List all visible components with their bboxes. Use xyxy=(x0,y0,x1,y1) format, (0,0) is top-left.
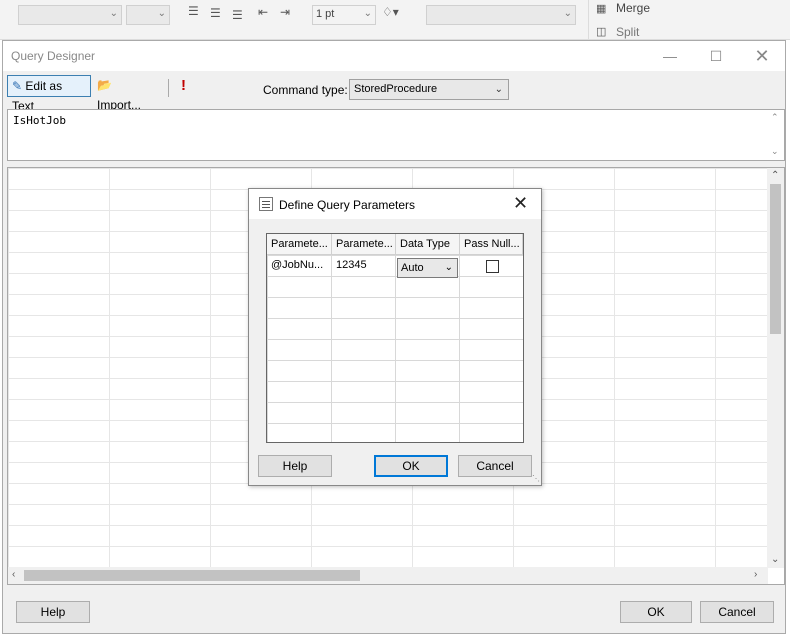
maximize-icon[interactable]: ☐ xyxy=(693,41,739,71)
column-header-parameter-value[interactable]: Paramete... xyxy=(332,234,396,255)
command-type-value: StoredProcedure xyxy=(354,83,438,95)
dialog-titlebar: Define Query Parameters ✕ xyxy=(249,189,541,219)
decrease-indent-icon[interactable]: ⇤ xyxy=(258,5,268,19)
chevron-down-icon: ⌄ xyxy=(157,8,166,19)
split-label[interactable]: Split xyxy=(616,25,639,39)
close-icon[interactable]: ✕ xyxy=(739,41,785,71)
line-weight-value: 1 pt xyxy=(316,8,335,20)
chevron-down-icon: ⌄ xyxy=(494,84,503,95)
scroll-right-icon[interactable]: › xyxy=(754,569,757,580)
merge-icon: ▦ xyxy=(596,3,607,15)
horizontal-scroll-thumb[interactable] xyxy=(24,570,360,581)
line-weight-combo[interactable]: 1 pt ⌄ xyxy=(312,5,376,25)
folder-icon: 📂 xyxy=(97,78,112,92)
align-middle-icon[interactable]: ☰ xyxy=(210,6,221,20)
edit-text-icon: ✎ xyxy=(12,79,23,93)
ok-button[interactable]: OK xyxy=(620,601,692,623)
scroll-down-icon[interactable]: ⌄ xyxy=(771,554,779,565)
dialog-ok-button[interactable]: OK xyxy=(374,455,448,477)
scroll-up-icon[interactable]: ⌃ xyxy=(771,112,779,123)
command-type-label: Command type: xyxy=(263,83,348,97)
edit-as-text-button[interactable]: ✎ Edit as Text xyxy=(7,75,91,113)
horizontal-scrollbar[interactable]: ‹ › xyxy=(8,567,768,584)
column-header-pass-null[interactable]: Pass Null... xyxy=(460,234,523,255)
parameter-name-cell[interactable]: @JobNu... xyxy=(267,255,332,276)
vertical-scroll-thumb[interactable] xyxy=(770,184,781,334)
fill-color-icon[interactable]: ♢▾ xyxy=(382,5,399,19)
align-bottom-icon[interactable]: ☰ xyxy=(232,8,243,22)
parameters-icon xyxy=(259,197,273,211)
data-type-select[interactable]: Auto ⌄ xyxy=(397,258,458,278)
dialog-help-button[interactable]: Help xyxy=(258,455,332,477)
column-header-data-type[interactable]: Data Type xyxy=(396,234,460,255)
command-type-select[interactable]: StoredProcedure ⌄ xyxy=(349,79,509,100)
dialog-cancel-button[interactable]: Cancel xyxy=(458,455,532,477)
cancel-button[interactable]: Cancel xyxy=(700,601,774,623)
align-top-icon[interactable]: ☰ xyxy=(188,4,199,18)
query-toolbar: ✎ Edit as Text 📂 Import... ! Command typ… xyxy=(3,71,785,113)
vertical-scrollbar[interactable]: ⌃ ⌄ xyxy=(767,168,784,568)
exclamation-icon[interactable]: ! xyxy=(177,76,195,98)
background-ribbon: ⌄ ⌄ ☰ ☰ ☰ ⇤ ⇥ 1 pt ⌄ ♢▾ ⌄ ▦ Merge ◫ Split xyxy=(0,0,790,40)
column-header-parameter-name[interactable]: Paramete... xyxy=(267,234,332,255)
resize-grip-icon[interactable]: ⋱ xyxy=(532,474,540,483)
query-text-area[interactable]: IsHotJob ⌃ ⌄ xyxy=(7,109,785,161)
help-button[interactable]: Help xyxy=(16,601,90,623)
chevron-down-icon: ⌄ xyxy=(363,8,372,19)
query-text-scrollbar[interactable]: ⌃ ⌄ xyxy=(768,110,784,160)
style-combo[interactable]: ⌄ xyxy=(426,5,576,25)
scroll-down-icon[interactable]: ⌄ xyxy=(771,146,779,157)
merge-label[interactable]: Merge xyxy=(616,1,650,15)
scroll-left-icon[interactable]: ‹ xyxy=(12,569,15,580)
scroll-up-icon[interactable]: ⌃ xyxy=(771,170,779,181)
chevron-down-icon: ⌄ xyxy=(563,8,572,19)
chevron-down-icon: ⌄ xyxy=(109,8,118,19)
font-size-combo[interactable]: ⌄ xyxy=(126,5,170,25)
dialog-title: Define Query Parameters xyxy=(279,198,416,212)
window-title: Query Designer xyxy=(11,49,96,63)
define-query-parameters-dialog: Define Query Parameters ✕ Paramete... Pa… xyxy=(248,188,542,486)
data-type-value: Auto xyxy=(401,262,424,274)
ribbon-divider xyxy=(588,0,589,40)
import-button[interactable]: 📂 Import... xyxy=(93,75,163,112)
minimize-icon[interactable]: — xyxy=(647,41,693,71)
pass-null-checkbox[interactable] xyxy=(486,260,499,273)
font-name-combo[interactable]: ⌄ xyxy=(18,5,122,25)
query-text: IsHotJob xyxy=(13,114,66,127)
toolbar-separator xyxy=(168,79,169,97)
increase-indent-icon[interactable]: ⇥ xyxy=(280,5,290,19)
query-designer-titlebar: Query Designer — ☐ ✕ xyxy=(3,41,785,71)
parameters-table: Paramete... Paramete... Data Type Pass N… xyxy=(266,233,524,443)
split-icon: ◫ xyxy=(596,26,607,38)
chevron-down-icon: ⌄ xyxy=(444,262,453,273)
parameter-value-cell[interactable]: 12345 xyxy=(332,255,396,276)
close-icon[interactable]: ✕ xyxy=(513,193,528,214)
